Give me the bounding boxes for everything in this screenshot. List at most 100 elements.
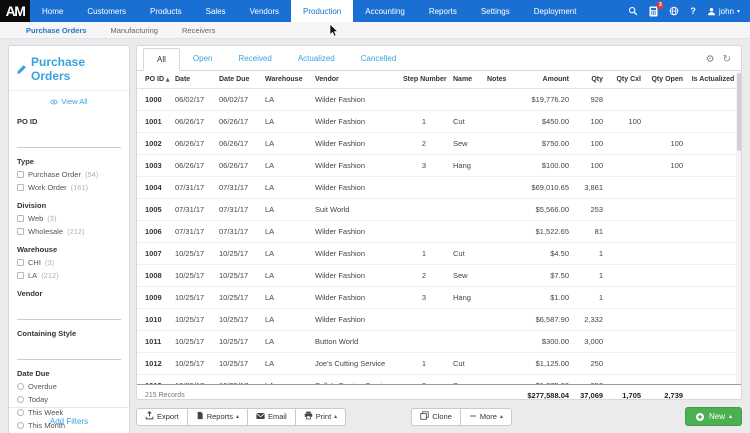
cell-amount: $5,566.00 [513,198,573,221]
col-header-vendor[interactable]: Vendor [311,72,399,89]
containing-style-input[interactable] [17,347,121,360]
vertical-scrollbar[interactable] [736,72,741,384]
radio-button[interactable] [17,396,24,403]
new-button[interactable]: New ▴ [684,407,742,426]
col-header-is-actualized[interactable]: Is Actualized [687,72,739,89]
topnav-item-settings[interactable]: Settings [469,0,522,22]
table-row-po-1006[interactable]: 1006 07/31/17 07/31/17 LA Wilder Fashion $1,5… [137,220,741,243]
email-button[interactable]: Email [246,407,296,426]
table-row-po-1005[interactable]: 1005 07/31/17 07/31/17 LA Suit World $5,566.0… [137,198,741,221]
filter-option-today[interactable]: Today [17,395,121,404]
col-header-qty-open[interactable]: Qty Open [645,72,687,89]
print-button[interactable]: Print ▴ [294,407,347,426]
cell-date: 07/31/17 [171,198,215,221]
col-header-step-number[interactable]: Step Number [399,72,449,89]
cell-name: Cut [449,352,483,375]
table-row-po-1003[interactable]: 1003 06/26/17 06/26/17 LA Wilder Fashion 3 Han… [137,154,741,177]
cell-due: 06/26/17 [215,132,261,155]
cell-qty-open [645,352,687,375]
subnav-item-manufacturing[interactable]: Manufacturing [110,26,158,35]
table-row-po-1008[interactable]: 1008 10/25/17 10/25/17 LA Wilder Fashion 2 Sew… [137,264,741,287]
checkbox[interactable] [17,171,24,178]
cell-name: Cut [449,242,483,265]
help-icon[interactable]: ? [690,6,696,16]
checkbox[interactable] [17,259,24,266]
export-button[interactable]: Export [136,407,188,426]
col-header-name[interactable]: Name [449,72,483,89]
col-header-warehouse[interactable]: Warehouse [261,72,311,89]
table-row-po-1004[interactable]: 1004 07/31/17 07/31/17 LA Wilder Fashion $69,… [137,176,741,199]
reports-button[interactable]: Reports ▴ [186,407,248,426]
filter-option-wholesale[interactable]: Wholesale (212) [17,227,121,236]
cell-amount: $1,875.00 [513,374,573,384]
col-header-date-due[interactable]: Date Due [215,72,261,89]
filter-option-la[interactable]: LA (212) [17,271,121,280]
filter-option-purchase-order[interactable]: Purchase Order (54) [17,170,121,179]
tab-actualized[interactable]: Actualized [285,48,348,70]
checkbox[interactable] [17,272,24,279]
cell-name [449,220,483,243]
col-header-notes[interactable]: Notes [483,72,513,89]
tab-cancelled[interactable]: Cancelled [348,48,410,70]
filter-option-overdue[interactable]: Overdue [17,382,121,391]
globe-icon[interactable] [669,6,679,16]
clone-button[interactable]: Clone [411,407,461,426]
table-row-po-1012[interactable]: 1012 10/25/17 10/25/17 LA Joe's Cutting Serv… [137,352,741,375]
cell-qty-cxl [607,154,645,177]
cell-due: 06/26/17 [215,110,261,133]
topnav-item-deployment[interactable]: Deployment [522,0,589,22]
table-row-po-1002[interactable]: 1002 06/26/17 06/26/17 LA Wilder Fashion 2 Sew… [137,132,741,155]
topnav-item-products[interactable]: Products [138,0,194,22]
topnav-item-home[interactable]: Home [30,0,75,22]
table-row-po-1011[interactable]: 1011 10/25/17 10/25/17 LA Button World $300.0… [137,330,741,353]
table-row-po-1009[interactable]: 1009 10/25/17 10/25/17 LA Wilder Fashion 3 Han… [137,286,741,309]
add-filters-link[interactable]: Add Filters [9,407,129,426]
table-row-po-1007[interactable]: 1007 10/25/17 10/25/17 LA Wilder Fashion 1 Cut… [137,242,741,265]
user-menu[interactable]: john ▾ [707,7,740,16]
table-row-po-1001[interactable]: 1001 06/26/17 06/26/17 LA Wilder Fashion 1 Cut… [137,110,741,133]
scrollbar-thumb[interactable] [736,73,741,151]
col-header-po-id[interactable]: PO ID ▲ [137,72,171,89]
table-row-po-1010[interactable]: 1010 10/25/17 10/25/17 LA Wilder Fashion $6,5… [137,308,741,331]
cell-vendor: Wilder Fashion [311,110,399,133]
col-header-qty[interactable]: Qty [573,72,607,89]
gear-icon[interactable]: ⚙ [706,55,715,65]
app-logo[interactable]: AM [0,0,30,22]
view-all-link[interactable]: View All [9,91,129,108]
checkbox[interactable] [17,184,24,191]
filter-option-work-order[interactable]: Work Order (161) [17,183,121,192]
tab-open[interactable]: Open [180,48,226,70]
filter-option-web[interactable]: Web (3) [17,214,121,223]
topnav-item-accounting[interactable]: Accounting [353,0,417,22]
radio-button[interactable] [17,383,24,390]
subnav-item-receivers[interactable]: Receivers [182,26,215,35]
subnav-item-purchase-orders[interactable]: Purchase Orders [26,26,86,35]
col-header-qty-cxl[interactable]: Qty Cxl [607,72,645,89]
table-row-po-1000[interactable]: 1000 06/02/17 06/02/17 LA Wilder Fashion $19,… [137,88,741,111]
checkbox[interactable] [17,215,24,222]
tab-all[interactable]: All [143,48,180,71]
cell-qty: 81 [573,220,607,243]
topnav-item-production[interactable]: Production [290,0,354,22]
col-header-date[interactable]: Date [171,72,215,89]
cell-po: 1002 [137,132,171,155]
filter-option-chi[interactable]: CHI (3) [17,258,121,267]
user-name: john [718,6,734,16]
cell-notes [483,176,513,199]
export-button-group: Export Reports ▴ Email Print ▴ [136,407,347,426]
topnav-item-customers[interactable]: Customers [75,0,138,22]
calculator-icon[interactable]: 3 [649,1,664,17]
col-header-amount[interactable]: Amount [513,72,573,89]
checkbox[interactable] [17,228,24,235]
more-button[interactable]: More ▴ [459,407,512,426]
po-id-input[interactable] [17,135,121,148]
tab-received[interactable]: Received [225,48,284,70]
vendor-input[interactable] [17,307,121,320]
table-footer: 215 Records $277,588.04 37,069 1,705 2,7… [137,384,741,399]
refresh-icon[interactable]: ↻ [723,55,731,65]
topnav-item-reports[interactable]: Reports [417,0,469,22]
topnav-item-sales[interactable]: Sales [194,0,238,22]
topnav-item-vendors[interactable]: Vendors [238,0,291,22]
table-row-po-1013[interactable]: 101310/25/1710/25/17LASally's Sewing Ser… [137,374,741,384]
search-icon[interactable] [628,6,638,16]
